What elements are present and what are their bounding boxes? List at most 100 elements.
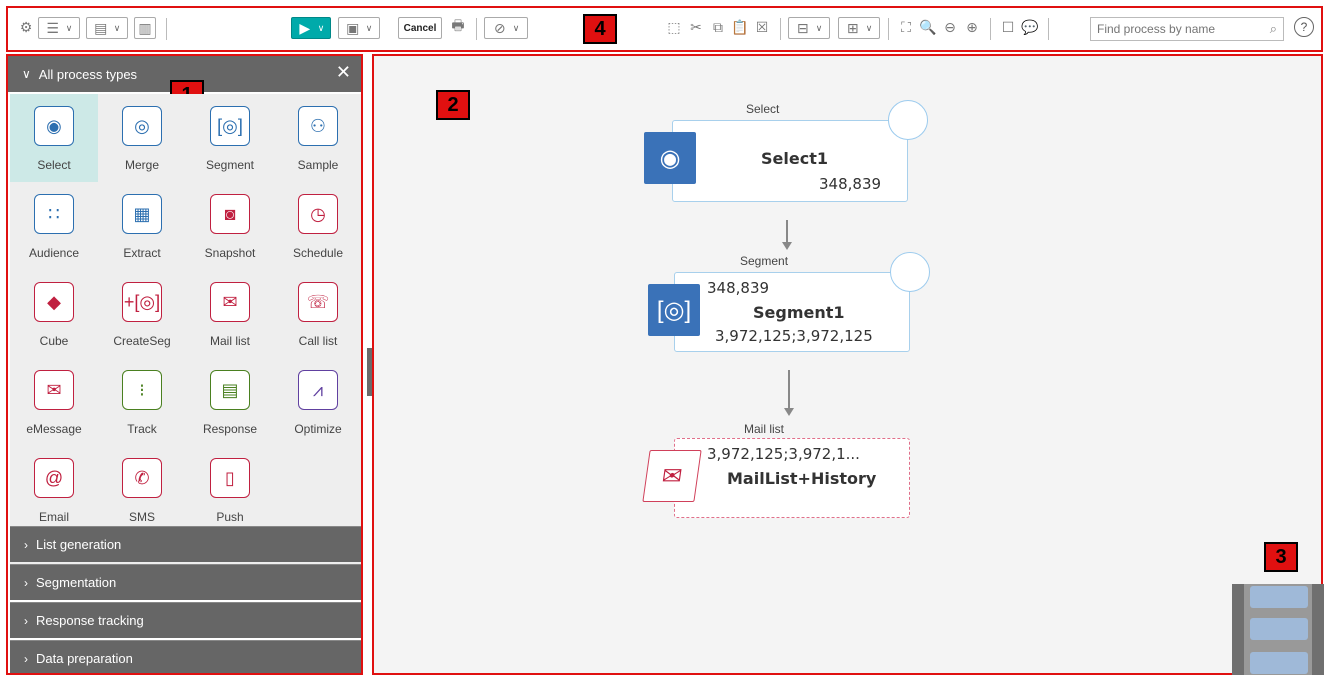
cancel-button[interactable]: Cancel [398,17,442,39]
run-button[interactable]: ▶ ∨ [291,17,331,39]
paste-icon[interactable]: 📋 [730,17,750,37]
tool-label: Mail list [209,334,250,348]
node-status-circle[interactable] [888,100,928,140]
tool-select[interactable]: ◉ Select [10,94,98,182]
search-input[interactable] [1097,22,1257,36]
tool-extract[interactable]: ▦ Extract [98,182,186,270]
section-label: Segmentation [36,575,117,590]
createseg-icon: +[◎] [122,282,162,322]
settings-icon[interactable]: ⚙ [16,17,36,37]
tool-response[interactable]: ▤ Response [186,358,274,446]
find-process-search[interactable]: ⌕ [1090,17,1284,41]
tool-audience[interactable]: ∷ Audience [10,182,98,270]
tool-label: Email [38,510,69,524]
zoom-in-icon[interactable]: ⊕ [962,17,982,37]
cube-icon: ◆ [34,282,74,322]
node-type-label: Segment [740,254,789,268]
layout-button[interactable]: ⊞ ∨ [838,17,880,39]
close-icon[interactable]: ✕ [336,62,351,83]
toolbar-divider [166,18,167,40]
chevron-down-icon: ∨ [865,22,873,33]
tool-optimize[interactable]: ⩘ Optimize [274,358,361,446]
tool-push[interactable]: ▯ Push [186,446,274,534]
select-icon: ◉ [34,106,74,146]
tool-merge[interactable]: ◎ Merge [98,94,186,182]
tool-schedule[interactable]: ◷ Schedule [274,182,361,270]
tool-email[interactable]: @ Email [10,446,98,534]
help-icon[interactable]: ? [1294,17,1314,37]
tool-call-list[interactable]: ☏ Call list [274,270,361,358]
node-title: Segment1 [753,303,845,322]
hide-comments-icon[interactable]: ☐ [998,17,1018,37]
node-type-label: Mail list [744,422,785,436]
copy-icon[interactable]: ⧉ [708,17,728,37]
tool-label: Audience [28,246,80,260]
toolbar: ⚙ ☰ ∨ ▤ ∨ ▥ ▶ ∨ ▣ ∨ Cancel 🖶 ⊘ ∨ 4 ⬚ ✂ ⧉ 📋 ☒ … [6,6,1323,52]
toolbar-divider [888,18,889,40]
select-all-icon[interactable]: ⬚ [664,17,684,37]
callout-label-4: 4 [583,14,617,44]
toolbar-divider [476,18,477,40]
tool-sms[interactable]: ✆ SMS [98,446,186,534]
align-button[interactable]: ⊟ ∨ [788,17,830,39]
comment-icon[interactable]: 💬 [1020,17,1040,37]
tool-sample[interactable]: ⚇ Sample [274,94,361,182]
arrow-head-icon [782,242,792,250]
chevron-down-icon: ∨ [113,22,121,33]
flowchart-canvas[interactable]: 2 Select Select1 348,839 ◉ Segment 348,8… [372,54,1323,675]
process-tools-grid: ◉ Select ◎ Merge [◎] Segment ⚇ Sample ∷ Audience ▦… [10,94,361,584]
chevron-right-icon: › [24,613,28,628]
tool-track[interactable]: ⁝ Track [98,358,186,446]
align-icon: ⊟ [796,19,809,36]
section-segmentation[interactable]: › Segmentation [10,564,361,600]
view-button[interactable]: ▤ ∨ [86,17,128,39]
properties-button[interactable]: ☰ ∨ [38,17,80,39]
search-icon[interactable]: ⌕ [1270,21,1277,37]
cut-icon[interactable]: ✂ [686,17,706,37]
chevron-down-icon: ∨ [815,22,823,33]
tool-createseg[interactable]: +[◎] CreateSeg [98,270,186,358]
tool-label: Merge [124,158,159,172]
save-button[interactable]: ▣ ∨ [338,17,380,39]
section-response-tracking[interactable]: › Response tracking [10,602,361,638]
section-data-preparation[interactable]: › Data preparation [10,640,361,673]
connector-line [788,370,790,410]
process-box-segment1[interactable]: 348,839 Segment1 3,972,125;3,972,125 [674,272,910,352]
reports-button[interactable]: ▥ [134,17,156,39]
fit-to-screen-icon[interactable]: ⛶ [896,17,916,37]
section-list-generation[interactable]: › List generation [10,526,361,562]
node-status-circle[interactable] [890,252,930,292]
tool-label: Push [216,510,244,524]
tool-emessage[interactable]: ✉ eMessage [10,358,98,446]
node-count-top: 3,972,125;3,972,1... [707,445,860,463]
zoom-out-icon[interactable]: ⊖ [940,17,960,37]
zoom-100-icon[interactable]: 🔍 [918,17,938,37]
tool-label: Sample [297,158,339,172]
segment-icon: [◎] [648,284,700,336]
tool-segment[interactable]: [◎] Segment [186,94,274,182]
call-list-icon: ☏ [298,282,338,322]
tool-mail-list[interactable]: ✉ Mail list [186,270,274,358]
tool-snapshot[interactable]: ◙ Snapshot [186,182,274,270]
process-palette: ∨ All process types ✕ 1 ◉Select◎Merge[◎]… [6,54,363,675]
process-box-maillist[interactable]: 3,972,125;3,972,1... MailList+History [674,438,910,518]
tool-label: Response [202,422,258,436]
section-label: Data preparation [36,651,133,666]
tool-cube[interactable]: ◆ Cube [10,270,98,358]
chevron-down-icon: ∨ [317,22,325,33]
callout-label-3: 3 [1264,542,1298,572]
tool-label: Select [37,158,71,172]
validate-button[interactable]: ⊘ ∨ [484,17,528,39]
save-icon: ▣ [346,19,360,36]
print-icon[interactable]: 🖶 [448,17,468,37]
response-icon: ▤ [210,370,250,410]
select-icon: ◉ [644,132,696,184]
tool-label: Extract [123,246,161,260]
chevron-down-icon: ∨ [512,22,520,33]
process-box-select1[interactable]: Select1 348,839 [672,120,908,202]
overview-minimap[interactable] [1232,584,1324,675]
minimap-node [1250,652,1308,674]
delete-icon[interactable]: ☒ [752,17,772,37]
toolbar-divider [1048,18,1049,40]
sample-icon: ⚇ [298,106,338,146]
